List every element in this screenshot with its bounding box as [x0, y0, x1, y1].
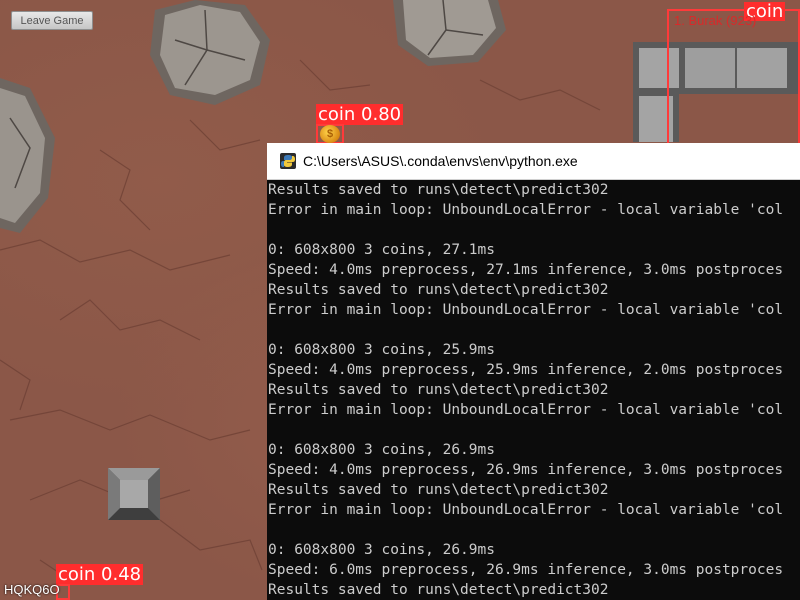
- coin-detection-label: coin 0.80: [316, 104, 404, 125]
- console-line: Speed: 4.0ms preprocess, 26.9ms inferenc…: [268, 462, 784, 478]
- console-titlebar[interactable]: C:\Users\ASUS\.conda\envs\env\python.exe: [267, 143, 800, 180]
- python-console-window[interactable]: C:\Users\ASUS\.conda\envs\env\python.exe…: [267, 143, 800, 600]
- coin-detection-box-top-right: [667, 9, 800, 149]
- console-line: Error in main loop: UnboundLocalError - …: [268, 302, 784, 318]
- console-line: Error in main loop: UnboundLocalError - …: [268, 502, 784, 518]
- rock-top-right: [393, 0, 506, 66]
- python-icon: [280, 153, 296, 169]
- console-line: Results saved to runs\detect\predict302: [268, 182, 609, 198]
- console-line: Results saved to runs\detect\predict302: [268, 382, 609, 398]
- console-output: Results saved to runs\detect\predict302 …: [267, 180, 800, 600]
- console-line: Error in main loop: UnboundLocalError - …: [268, 402, 784, 418]
- console-line: Speed: 6.0ms preprocess, 26.9ms inferenc…: [268, 562, 784, 578]
- player-id-label: HQKQ6O: [4, 582, 60, 597]
- console-line: 0: 608x800 3 coins, 26.9ms: [268, 442, 495, 458]
- coin-detection-label-bottom: coin 0.48: [56, 564, 144, 585]
- rock-left: [0, 78, 55, 233]
- stone-block: [108, 468, 160, 520]
- console-line: Error in main loop: UnboundLocalError - …: [268, 202, 784, 218]
- console-title: C:\Users\ASUS\.conda\envs\env\python.exe: [303, 153, 578, 169]
- console-line: Speed: 4.0ms preprocess, 27.1ms inferenc…: [268, 262, 784, 278]
- console-line: 0: 608x800 3 coins, 25.9ms: [268, 342, 495, 358]
- console-line: Results saved to runs\detect\predict302: [268, 582, 609, 598]
- coin-icon[interactable]: $: [320, 125, 340, 143]
- player-name-label: 1. Burak (923): [674, 13, 757, 28]
- rock-top-center: [150, 0, 270, 105]
- console-line: Results saved to runs\detect\predict302: [268, 282, 609, 298]
- console-line: Results saved to runs\detect\predict302: [268, 482, 609, 498]
- console-line: 0: 608x800 3 coins, 27.1ms: [268, 242, 495, 258]
- console-line: 0: 608x800 3 coins, 26.9ms: [268, 542, 495, 558]
- console-line: Speed: 4.0ms preprocess, 25.9ms inferenc…: [268, 362, 784, 378]
- leave-game-button[interactable]: Leave Game: [11, 11, 93, 30]
